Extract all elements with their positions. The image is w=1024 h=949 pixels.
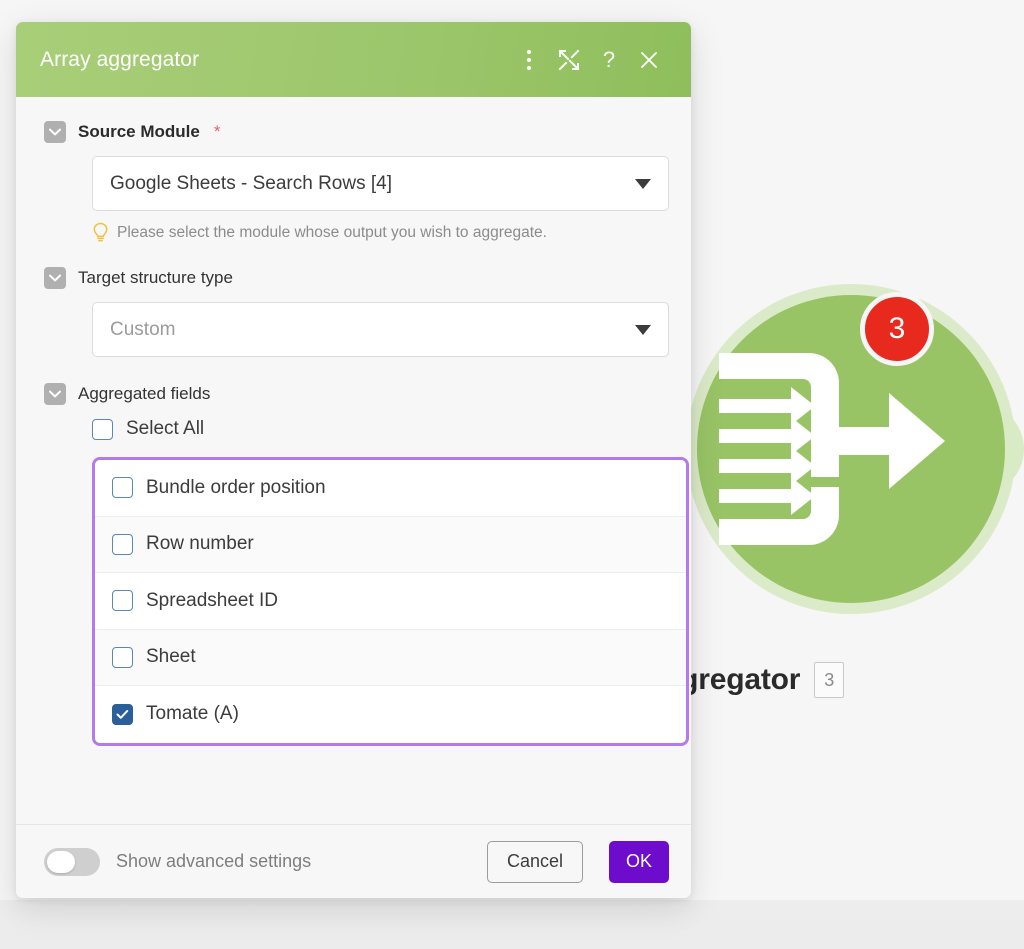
module-error-badge: 3 (860, 292, 934, 366)
dialog-footer: Show advanced settings Cancel OK (16, 824, 691, 898)
source-module-value: Google Sheets - Search Rows [4] (110, 172, 392, 194)
chevron-down-icon[interactable] (44, 383, 66, 405)
dropdown-caret-icon (635, 178, 651, 189)
field-label: Sheet (146, 646, 196, 668)
svg-text:?: ? (603, 48, 615, 72)
cancel-button[interactable]: Cancel (486, 840, 583, 883)
field-label: Tomate (A) (146, 703, 239, 725)
field-row[interactable]: Row number (95, 516, 686, 573)
field-checkbox[interactable] (112, 533, 133, 555)
module-label-chip: 3 (814, 662, 845, 698)
dialog-header: Array aggregator ? (16, 22, 691, 97)
source-module-field: Google Sheets - Search Rows [4] Please s… (44, 156, 669, 243)
show-advanced-settings-toggle[interactable] (44, 847, 100, 876)
field-label: Bundle order position (146, 476, 326, 498)
select-all-label: Select All (126, 418, 205, 439)
help-icon[interactable]: ? (589, 40, 629, 80)
array-aggregator-icon (719, 353, 945, 545)
target-structure-select[interactable]: Custom (92, 302, 669, 357)
close-icon[interactable] (629, 40, 669, 80)
module-node-array-aggregator[interactable]: 3 (686, 284, 1024, 636)
dropdown-caret-icon (635, 324, 651, 335)
field-label: Row number (146, 533, 254, 555)
target-structure-section-header: Target structure type (44, 267, 669, 289)
more-options-icon[interactable] (509, 40, 549, 80)
required-asterisk: * (213, 122, 221, 141)
field-row[interactable]: Tomate (A) (95, 686, 686, 743)
show-advanced-settings-label: Show advanced settings (116, 851, 312, 871)
source-module-hint-text: Please select the module whose output yo… (117, 223, 547, 241)
expand-icon[interactable] (549, 40, 589, 80)
target-structure-label: Target structure type (78, 268, 233, 287)
target-structure-field: Custom (44, 302, 669, 357)
array-aggregator-dialog: Array aggregator ? Source Module * Googl… (16, 22, 691, 898)
chevron-down-icon[interactable] (44, 121, 66, 143)
field-row[interactable]: Spreadsheet ID (95, 573, 686, 630)
field-label: Spreadsheet ID (146, 589, 279, 611)
toggle-knob (47, 850, 75, 873)
select-all-row[interactable]: Select All (44, 418, 669, 440)
field-row[interactable]: Sheet (95, 629, 686, 686)
chevron-down-icon[interactable] (44, 267, 66, 289)
lightbulb-icon (93, 222, 108, 242)
field-checkbox[interactable] (112, 646, 133, 668)
dialog-body: Source Module * Google Sheets - Search Ro… (16, 97, 691, 824)
source-module-hint: Please select the module whose output yo… (92, 222, 669, 243)
field-row[interactable]: Bundle order position (95, 460, 686, 517)
source-module-select[interactable]: Google Sheets - Search Rows [4] (92, 156, 669, 211)
field-checkbox[interactable] (112, 703, 133, 725)
aggregated-fields-section-header: Aggregated fields (44, 383, 669, 405)
field-checkbox[interactable] (112, 590, 133, 612)
field-checkbox[interactable] (112, 477, 133, 499)
select-all-checkbox[interactable] (92, 418, 113, 440)
aggregated-fields-label: Aggregated fields (78, 384, 211, 403)
ok-button[interactable]: OK (608, 840, 669, 883)
target-structure-value: Custom (110, 318, 176, 340)
source-module-section-header: Source Module * (44, 121, 669, 143)
source-module-label: Source Module (78, 122, 200, 141)
aggregated-fields-list: Bundle order position Row number Spreadshe… (92, 457, 689, 746)
dialog-title: Array aggregator (40, 47, 200, 71)
